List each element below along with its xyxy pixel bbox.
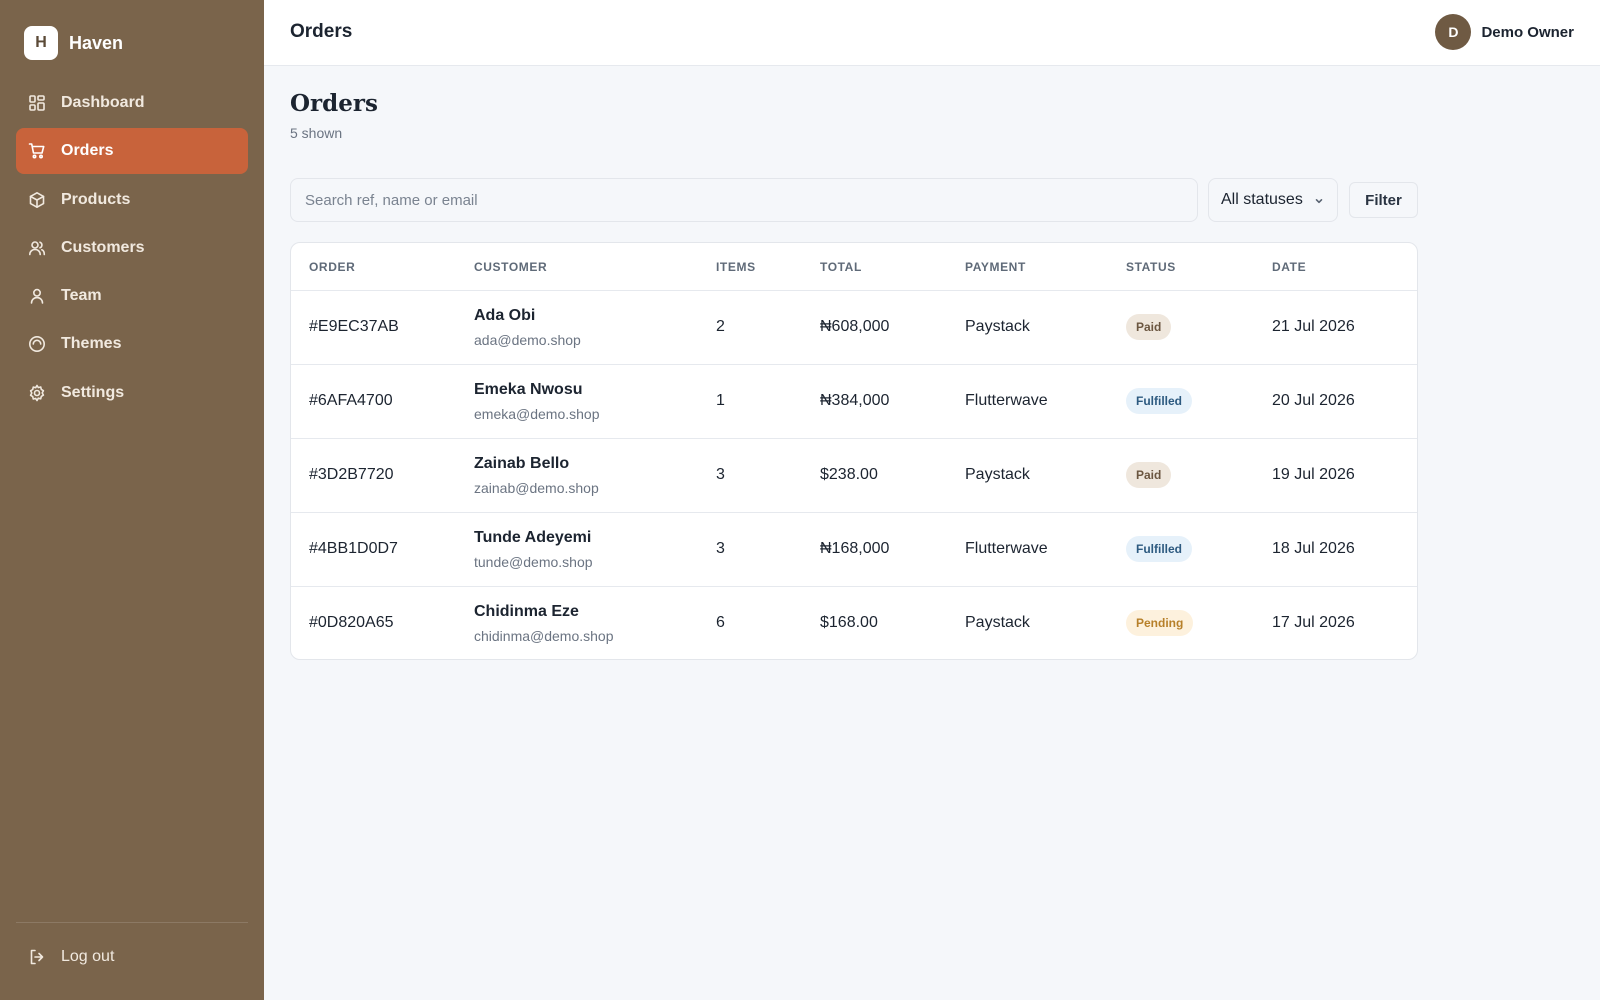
sidebar-item-label: Themes <box>61 335 122 353</box>
sidebar-item-dashboard[interactable]: Dashboard <box>16 80 248 126</box>
order-total: ₦168,000 <box>820 540 890 557</box>
brand-name: Haven <box>69 32 124 53</box>
table-row[interactable]: #6AFA4700 Emeka Nwosu emeka@demo.shop 1 … <box>291 365 1417 439</box>
dashboard-icon <box>27 93 47 113</box>
customer-name: Tunde Adeyemi <box>474 529 592 546</box>
order-date: 20 Jul 2026 <box>1272 392 1355 409</box>
sidebar-item-settings[interactable]: Settings <box>16 370 248 416</box>
customer-name: Chidinma Eze <box>474 603 579 620</box>
order-ref: #E9EC37AB <box>309 318 399 335</box>
customer-email: tunde@demo.shop <box>474 554 593 570</box>
page-title: Orders <box>290 90 378 117</box>
status-select[interactable]: All statuses <box>1208 178 1338 222</box>
sidebar-item-label: Settings <box>61 383 125 401</box>
topbar-title: Orders <box>290 21 353 42</box>
sidebar-item-themes[interactable]: Themes <box>16 321 248 367</box>
column-header-payment[interactable]: PAYMENT <box>965 260 1026 274</box>
status-badge: Paid <box>1126 314 1172 340</box>
chevron-down-icon <box>1313 194 1325 206</box>
sidebar-item-label: Products <box>61 190 131 208</box>
order-ref: #4BB1D0D7 <box>309 540 398 557</box>
sidebar-item-products[interactable]: Products <box>16 177 248 223</box>
payment-provider: Flutterwave <box>965 392 1048 409</box>
topbar: Orders D Demo Owner <box>264 0 1600 66</box>
table-row[interactable]: #3D2B7720 Zainab Bello zainab@demo.shop … <box>291 439 1417 513</box>
sidebar: H Haven Dashboard Orders Products Custom… <box>0 0 264 1000</box>
logout-icon <box>27 947 47 967</box>
customer-email: emeka@demo.shop <box>474 406 600 422</box>
results-count: 5 shown <box>290 125 343 141</box>
status-badge: Fulfilled <box>1126 388 1192 414</box>
column-header-order[interactable]: ORDER <box>309 260 355 274</box>
column-header-total[interactable]: TOTAL <box>820 260 862 274</box>
status-badge: Paid <box>1126 462 1172 488</box>
user-name: Demo Owner <box>1481 23 1574 41</box>
cart-icon <box>27 141 47 161</box>
order-total: $168.00 <box>820 614 878 631</box>
sidebar-item-team[interactable]: Team <box>16 273 248 319</box>
sidebar-divider <box>16 922 248 923</box>
palette-icon <box>27 334 47 354</box>
order-date: 19 Jul 2026 <box>1272 466 1355 483</box>
column-header-items[interactable]: ITEMS <box>716 260 756 274</box>
users-icon <box>27 238 47 258</box>
user-menu[interactable]: D Demo Owner <box>1435 14 1574 50</box>
logout-label: Log out <box>61 948 115 965</box>
brand-logo: H <box>24 26 58 60</box>
payment-provider: Flutterwave <box>965 540 1048 557</box>
sidebar-item-label: Dashboard <box>61 94 145 111</box>
customer-name: Zainab Bello <box>474 455 570 472</box>
order-date: 18 Jul 2026 <box>1272 540 1355 557</box>
order-total: ₦384,000 <box>820 392 890 409</box>
sidebar-nav: Dashboard Orders Products Customers Team <box>16 80 248 418</box>
order-date: 17 Jul 2026 <box>1272 614 1355 631</box>
logout-button[interactable]: Log out <box>16 934 248 980</box>
filter-button[interactable]: Filter <box>1349 182 1418 218</box>
customer-email: chidinma@demo.shop <box>474 628 614 644</box>
item-count: 6 <box>716 614 725 631</box>
sidebar-item-customers[interactable]: Customers <box>16 225 248 271</box>
payment-provider: Paystack <box>965 614 1030 631</box>
order-total: ₦608,000 <box>820 318 890 335</box>
item-count: 3 <box>716 540 725 557</box>
payment-provider: Paystack <box>965 466 1030 483</box>
table-header: ORDER CUSTOMER ITEMS TOTAL PAYMENT STATU… <box>291 243 1417 291</box>
sidebar-item-label: Customers <box>61 238 145 256</box>
status-badge: Pending <box>1126 610 1194 636</box>
avatar: D <box>1435 14 1472 50</box>
column-header-status[interactable]: STATUS <box>1126 260 1176 274</box>
order-ref: #3D2B7720 <box>309 466 394 483</box>
payment-provider: Paystack <box>965 318 1030 335</box>
table-row[interactable]: #0D820A65 Chidinma Eze chidinma@demo.sho… <box>291 587 1417 659</box>
sidebar-item-label: Team <box>61 287 102 305</box>
customer-email: ada@demo.shop <box>474 332 581 348</box>
order-date: 21 Jul 2026 <box>1272 318 1355 335</box>
customer-email: zainab@demo.shop <box>474 480 599 496</box>
table-row[interactable]: #4BB1D0D7 Tunde Adeyemi tunde@demo.shop … <box>291 513 1417 587</box>
item-count: 2 <box>716 318 725 335</box>
sidebar-item-orders[interactable]: Orders <box>16 128 248 175</box>
box-icon <box>27 190 47 210</box>
order-ref: #0D820A65 <box>309 614 394 631</box>
status-select-value: All statuses <box>1221 191 1303 208</box>
item-count: 3 <box>716 466 725 483</box>
item-count: 1 <box>716 392 725 409</box>
gear-icon <box>27 383 47 403</box>
user-icon <box>27 286 47 306</box>
order-total: $238.00 <box>820 466 878 483</box>
search-input[interactable] <box>290 178 1198 222</box>
sidebar-item-label: Orders <box>61 142 114 160</box>
customer-name: Ada Obi <box>474 307 536 324</box>
brand[interactable]: H Haven <box>24 26 123 60</box>
order-ref: #6AFA4700 <box>309 392 393 409</box>
column-header-customer[interactable]: CUSTOMER <box>474 260 547 274</box>
customer-name: Emeka Nwosu <box>474 381 583 398</box>
table-row[interactable]: #E9EC37AB Ada Obi ada@demo.shop 2 ₦608,0… <box>291 291 1417 365</box>
status-badge: Fulfilled <box>1126 536 1192 562</box>
column-header-date[interactable]: DATE <box>1272 260 1306 274</box>
orders-table: ORDER CUSTOMER ITEMS TOTAL PAYMENT STATU… <box>290 242 1418 660</box>
